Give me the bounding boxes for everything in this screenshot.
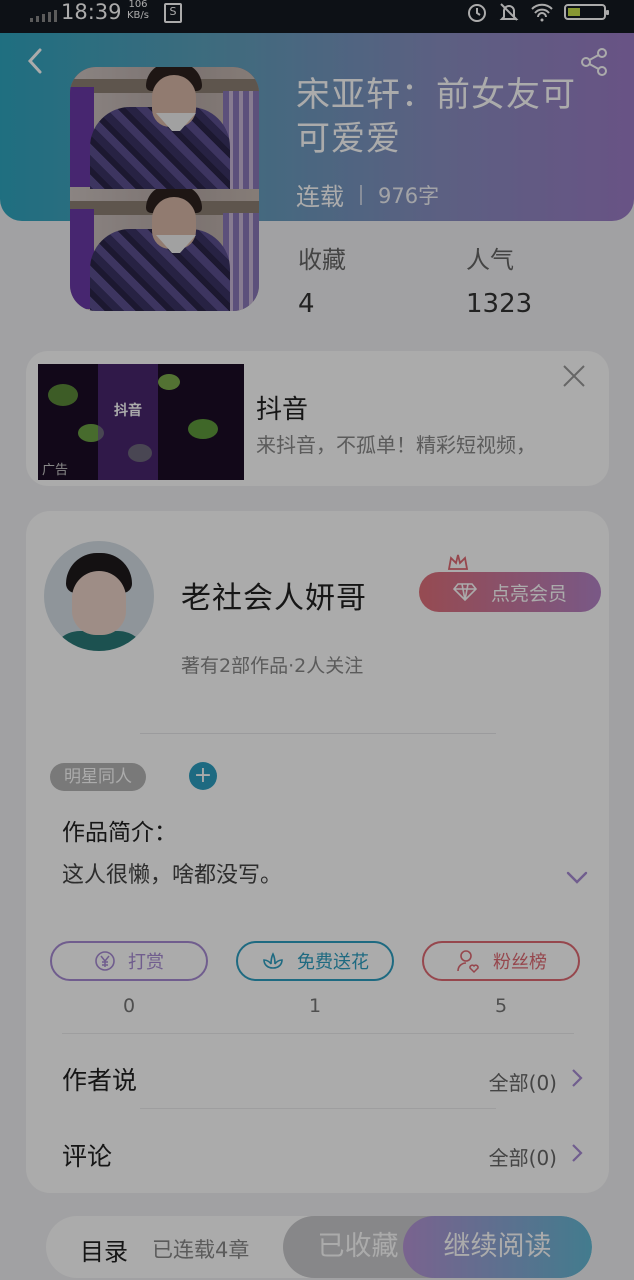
author-avatar[interactable] xyxy=(44,541,154,651)
signal-icon xyxy=(30,10,57,22)
mute-icon xyxy=(499,3,519,21)
word-count: 976字 xyxy=(378,183,440,208)
toc-button[interactable]: 目录 xyxy=(80,1232,128,1267)
flower-count: 1 xyxy=(308,995,322,1017)
favorites-stat: 收藏 4 xyxy=(298,240,346,319)
intro-label: 作品简介： xyxy=(62,820,177,846)
fans-ranking-label: 粉丝榜 xyxy=(493,952,547,973)
wifi-icon xyxy=(531,3,553,22)
author-says-label[interactable]: 作者说 xyxy=(62,1061,137,1097)
favorites-value: 4 xyxy=(298,289,315,319)
net-speed-unit: KB/s xyxy=(127,10,149,21)
diamond-icon xyxy=(452,583,477,601)
back-button[interactable] xyxy=(22,46,52,76)
meta-divider xyxy=(360,184,362,205)
alarm-icon xyxy=(468,4,486,22)
fans-count: 5 xyxy=(494,995,508,1017)
flower-icon xyxy=(263,952,283,969)
divider xyxy=(140,1108,496,1109)
divider xyxy=(62,1033,574,1034)
net-speed: 106 KB/s xyxy=(127,0,149,21)
net-speed-value: 106 xyxy=(128,0,148,10)
status-icons xyxy=(466,1,609,23)
crown-icon xyxy=(447,554,469,570)
ad-banner[interactable]: 抖音 广告 抖音 来抖音，不孤单！精彩短视频， xyxy=(26,351,609,486)
author-stats: 著有2部作品·2人关注 xyxy=(181,655,364,677)
vip-label: 点亮会员 xyxy=(490,582,567,605)
book-title: 宋亚轩：前女友可可爱爱 xyxy=(296,75,576,159)
chevron-right-icon[interactable] xyxy=(571,1143,583,1163)
app-notification-icon: S xyxy=(164,3,182,23)
favorites-label: 收藏 xyxy=(298,246,346,274)
book-cover[interactable] xyxy=(70,67,259,311)
tip-label: 打赏 xyxy=(128,952,164,973)
bottom-action-bar: 目录 已连载4章 已收藏 继续阅读 xyxy=(0,1214,634,1280)
status-bar: 18:39 106 KB/s S xyxy=(0,0,634,33)
plus-icon: + xyxy=(193,763,213,788)
user-heart-icon xyxy=(457,950,479,974)
comments-label[interactable]: 评论 xyxy=(62,1137,112,1173)
book-meta: 连载 976字 xyxy=(296,177,439,212)
ad-logo: 抖音 xyxy=(114,403,142,419)
close-icon xyxy=(563,365,585,387)
cover-photo-bottom xyxy=(70,189,259,311)
comments-all-link[interactable]: 全部(0) xyxy=(489,1142,557,1171)
send-flower-label: 免费送花 xyxy=(297,952,369,973)
book-status: 连载 xyxy=(296,183,344,211)
bottom-bar-inner: 目录 已连载4章 已收藏 继续阅读 xyxy=(46,1216,592,1278)
chevron-down-icon[interactable] xyxy=(566,871,588,885)
ad-title: 抖音 xyxy=(256,395,309,425)
continue-reading-button[interactable]: 继续阅读 xyxy=(403,1216,592,1278)
author-name[interactable]: 老社会人妍哥 xyxy=(181,573,367,617)
fans-ranking-button[interactable]: 粉丝榜 xyxy=(422,941,580,981)
popularity-label: 人气 xyxy=(466,246,514,274)
chapter-count[interactable]: 已连载4章 xyxy=(152,1234,249,1264)
tip-count: 0 xyxy=(122,995,136,1017)
book-detail-card: 老社会人妍哥 点亮会员 著有2部作品·2人关注 明星同人 + 作品简介： 这人很… xyxy=(26,511,609,1193)
battery-icon xyxy=(564,4,609,20)
ad-label: 广告 xyxy=(42,463,69,478)
chevron-left-icon xyxy=(27,48,42,74)
author-says-all-link[interactable]: 全部(0) xyxy=(489,1067,557,1096)
ad-image: 抖音 广告 xyxy=(38,364,244,480)
vip-button[interactable]: 点亮会员 xyxy=(419,572,601,612)
cover-photo-top xyxy=(70,67,259,189)
tip-button[interactable]: 打赏 xyxy=(50,941,208,981)
ad-close-button[interactable] xyxy=(559,363,589,393)
intro-text: 这人很懒，啥都没写。 xyxy=(62,863,283,888)
popularity-stat: 人气 1323 xyxy=(466,240,532,319)
yen-icon xyxy=(95,951,115,971)
category-tag[interactable]: 明星同人 xyxy=(50,763,146,791)
send-flower-button[interactable]: 免费送花 xyxy=(236,941,394,981)
ad-description: 来抖音，不孤单！精彩短视频， xyxy=(256,433,536,457)
add-tag-button[interactable]: + xyxy=(189,762,217,790)
popularity-value: 1323 xyxy=(466,289,533,319)
divider xyxy=(140,733,496,734)
chevron-right-icon[interactable] xyxy=(571,1068,583,1088)
status-time: 18:39 xyxy=(61,0,122,24)
